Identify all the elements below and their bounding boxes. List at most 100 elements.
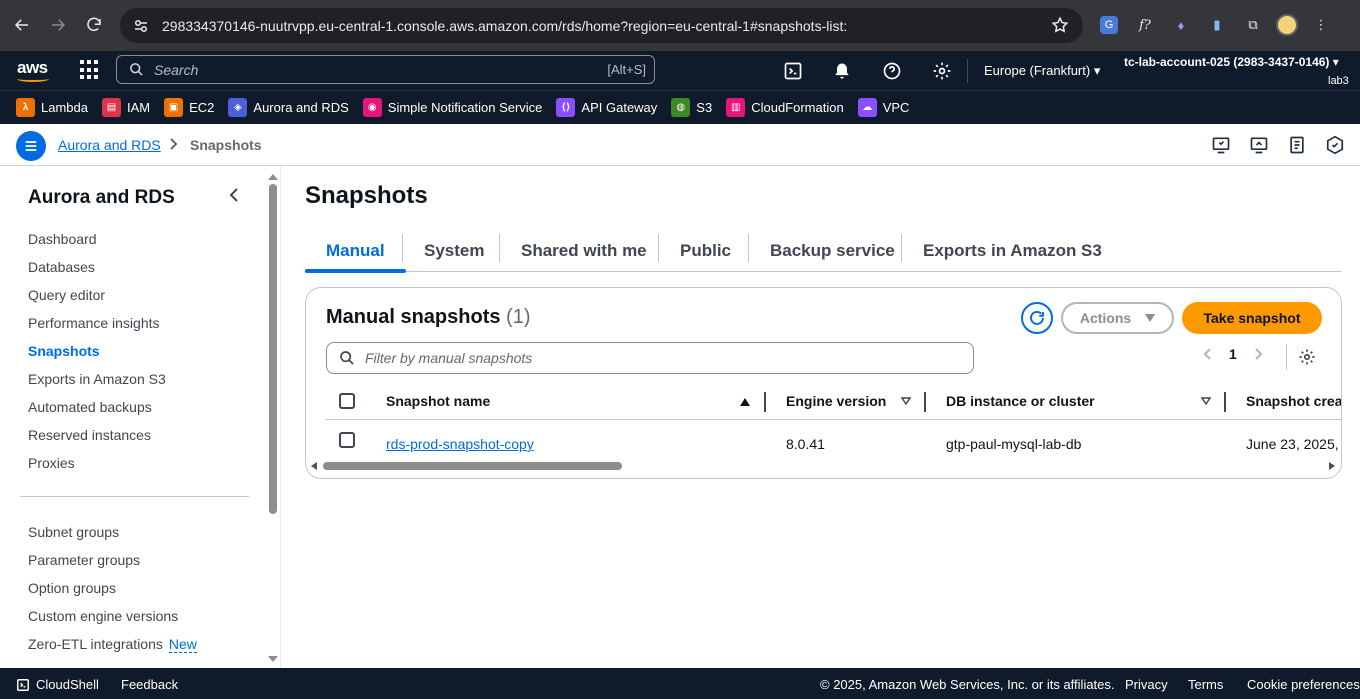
monitor-icon[interactable] [1249, 135, 1269, 155]
side-navigation-title[interactable]: Aurora and RDS [28, 187, 175, 209]
favorite-simple-notification-service[interactable]: ◉ Simple Notification Service [362, 98, 542, 117]
tab-backup-service[interactable]: Backup service [749, 230, 916, 271]
column-resizer[interactable] [924, 392, 926, 412]
forward-icon[interactable] [40, 7, 76, 43]
help-icon[interactable] [882, 61, 902, 81]
aws-search-input[interactable]: Search [Alt+S] [116, 55, 655, 84]
favorite-label: VPC [882, 100, 910, 115]
flame-extension-icon[interactable]: ♦ [1168, 12, 1194, 38]
manual-snapshots-panel: Manual snapshots (1) Actions Take snapsh… [305, 287, 1342, 479]
column-header-snapshot-name[interactable]: Snapshot name [386, 384, 490, 418]
favorite-label: S3 [696, 100, 713, 115]
sidebar-item-performance-insights[interactable]: Performance insights [28, 315, 160, 331]
sidebar-item-subnet-groups[interactable]: Subnet groups [28, 524, 119, 540]
info-panel-icon[interactable] [1211, 135, 1231, 155]
reload-icon[interactable] [76, 7, 112, 43]
terms-link[interactable]: Terms [1188, 677, 1223, 692]
sidebar-scrollbar[interactable] [266, 174, 280, 664]
favorite-label: API Gateway [581, 100, 658, 115]
settings-gear-icon[interactable] [932, 61, 952, 81]
select-all-checkbox[interactable] [339, 393, 355, 409]
cookie-preferences-link[interactable]: Cookie preferences [1247, 677, 1360, 692]
tab-public[interactable]: Public [659, 230, 752, 271]
sidebar-item-custom-engine-versions[interactable]: Custom engine versions [28, 608, 178, 624]
sidebar-item-parameter-groups[interactable]: Parameter groups [28, 552, 140, 568]
favorite-lambda[interactable]: λ Lambda [16, 98, 88, 117]
favorite-api-gateway[interactable]: ⟨⟩ API Gateway [556, 98, 657, 117]
breadcrumb-bar: Aurora and RDS Snapshots [0, 124, 1360, 166]
favorite-s3[interactable]: ◍ S3 [671, 98, 712, 117]
refresh-button[interactable] [1021, 302, 1053, 334]
sidebar-item-snapshots[interactable]: Snapshots [28, 343, 100, 359]
lambda-icon: λ [16, 98, 35, 117]
filter-snapshots-input[interactable]: Filter by manual snapshots [326, 342, 974, 374]
region-selector[interactable]: Europe (Frankfurt) ▾ [984, 63, 1100, 79]
actions-label: Actions [1079, 310, 1132, 326]
bookmark-star-icon[interactable] [1051, 16, 1069, 34]
document-extension-icon[interactable]: ▮ [1204, 12, 1230, 38]
formula-extension-icon[interactable]: f? [1132, 12, 1158, 38]
pager-divider [1286, 344, 1287, 370]
sidebar-item-query-editor[interactable]: Query editor [28, 287, 105, 303]
sidebar-item-exports-in-amazon-s3[interactable]: Exports in Amazon S3 [28, 371, 166, 387]
favorite-label: EC2 [189, 100, 215, 115]
column-resizer[interactable] [1224, 392, 1226, 412]
back-icon[interactable] [4, 7, 40, 43]
actions-dropdown-button[interactable]: Actions [1061, 302, 1174, 334]
favorite-cloudformation[interactable]: ▥ CloudFormation [726, 98, 844, 117]
column-resizer[interactable] [764, 392, 766, 412]
favorite-ec2[interactable]: ▣ EC2 [164, 98, 214, 117]
next-page-chevron-right-icon[interactable] [1251, 347, 1265, 361]
sort-toggle-icon[interactable] [901, 397, 911, 405]
sort-ascending-icon[interactable] [740, 398, 750, 406]
notes-icon[interactable] [1287, 135, 1307, 155]
profile-avatar[interactable] [1276, 14, 1298, 36]
tab-system[interactable]: System [403, 230, 505, 271]
cloudshell-icon[interactable] [783, 61, 803, 81]
favorite-aurora-and-rds[interactable]: ◈ Aurora and RDS [228, 98, 349, 117]
filter-placeholder: Filter by manual snapshots [365, 350, 533, 366]
tab-shared-with-me[interactable]: Shared with me [500, 230, 668, 271]
tab-manual[interactable]: Manual [305, 230, 406, 273]
privacy-link[interactable]: Privacy [1125, 677, 1168, 692]
hamburger-icon [25, 141, 37, 151]
assistant-hexagon-icon[interactable] [1325, 135, 1345, 155]
column-header-engine-version[interactable]: Engine version [786, 384, 886, 418]
snapshot-name-link[interactable]: rds-prod-snapshot-copy [386, 436, 534, 452]
cloudshell-footer-button[interactable]: CloudShell [16, 677, 99, 692]
breadcrumb-parent-link[interactable]: Aurora and RDS [58, 137, 161, 153]
browser-menu-icon[interactable]: ⋮ [1308, 12, 1334, 38]
translate-icon[interactable]: G [1100, 16, 1118, 34]
aws-logo[interactable]: aws [17, 58, 49, 82]
sidebar-item-proxies[interactable]: Proxies [28, 455, 75, 471]
services-grid-icon[interactable] [80, 60, 100, 80]
row-select-checkbox[interactable] [339, 432, 355, 448]
column-header-snapshot-creation[interactable]: Snapshot creat [1246, 384, 1341, 418]
favorite-vpc[interactable]: ☁ VPC [857, 98, 910, 117]
feedback-link[interactable]: Feedback [121, 677, 178, 692]
sidebar-item-option-groups[interactable]: Option groups [28, 580, 116, 596]
site-info-icon[interactable] [132, 17, 150, 35]
table-preferences-gear-icon[interactable] [1298, 348, 1316, 366]
sidebar-item-dashboard[interactable]: Dashboard [28, 231, 97, 247]
sort-toggle-icon[interactable] [1201, 397, 1211, 405]
tab-divider [901, 234, 902, 262]
column-header-db-instance[interactable]: DB instance or cluster [946, 384, 1095, 418]
account-menu[interactable]: tc-lab-account-025 (2983-3437-0146) ▾ [1124, 55, 1339, 69]
sidebar-item-reserved-instances[interactable]: Reserved instances [28, 427, 151, 443]
address-bar[interactable]: 298334370146-nuutrvpp.eu-central-1.conso… [120, 8, 1083, 43]
table-horizontal-scrollbar[interactable] [306, 460, 1341, 472]
current-page-number[interactable]: 1 [1229, 346, 1237, 362]
close-sidebar-chevron-left-icon[interactable] [226, 186, 244, 204]
pagination: 1 [1201, 346, 1265, 362]
extensions-puzzle-icon[interactable]: ⧉ [1240, 12, 1266, 38]
notifications-bell-icon[interactable] [832, 61, 852, 81]
tab-exports-in-amazon-s3[interactable]: Exports in Amazon S3 [902, 230, 1123, 271]
sidebar-item-databases[interactable]: Databases [28, 259, 95, 275]
sidebar-item-zero-etl-integrations[interactable]: Zero-ETL integrations New [28, 636, 197, 653]
favorite-iam[interactable]: ▤ IAM [101, 98, 150, 117]
previous-page-chevron-left-icon[interactable] [1201, 347, 1215, 361]
sidebar-item-automated-backups[interactable]: Automated backups [28, 399, 152, 415]
side-navigation-toggle[interactable] [16, 131, 46, 161]
take-snapshot-button[interactable]: Take snapshot [1182, 302, 1322, 334]
